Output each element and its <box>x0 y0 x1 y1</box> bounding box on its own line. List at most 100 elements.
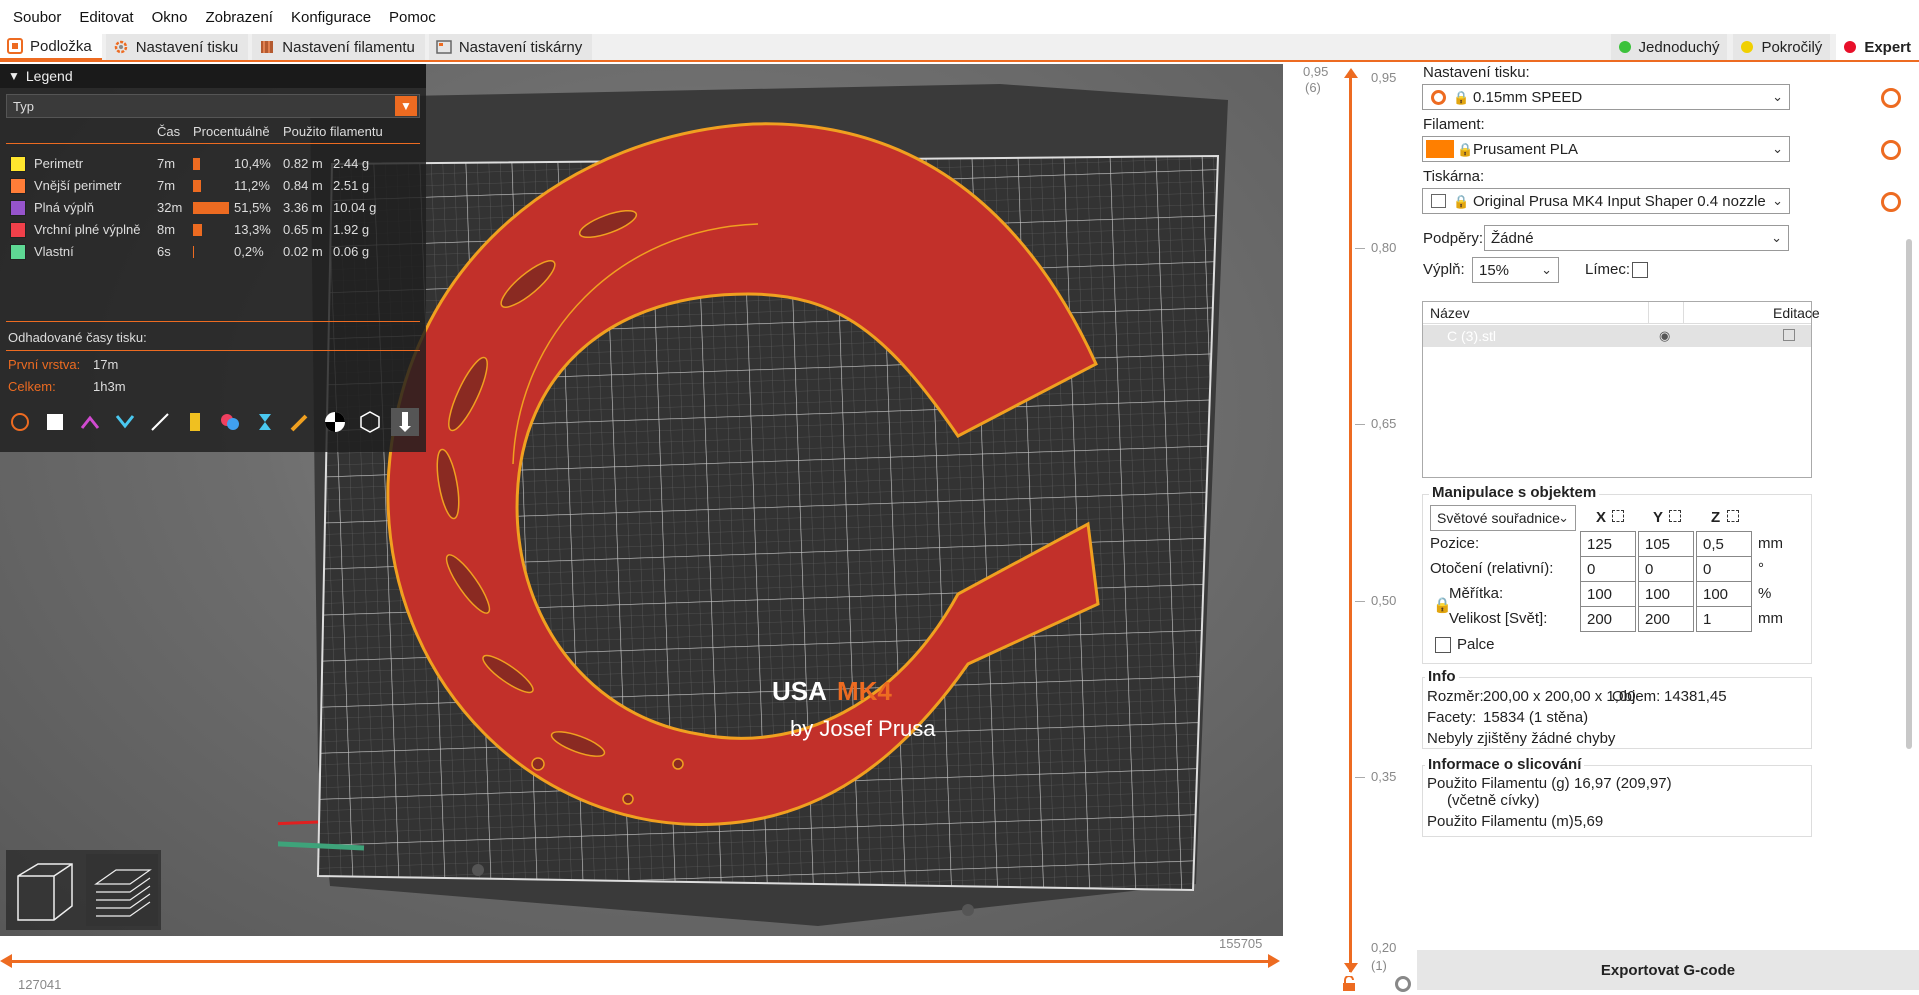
size-x-input[interactable]: 200 <box>1580 606 1636 632</box>
legend-header[interactable]: ▼ Legend <box>0 64 426 88</box>
rotation-z-input[interactable]: 0 <box>1696 556 1752 582</box>
brim-checkbox[interactable] <box>1632 262 1648 278</box>
supports-combo[interactable]: Žádné ⌄ <box>1484 225 1789 251</box>
wipe-icon[interactable] <box>41 408 69 436</box>
supports-value: Žádné <box>1491 229 1534 247</box>
inches-checkbox[interactable] <box>1435 637 1451 653</box>
legend-row-time: 32m <box>157 200 183 215</box>
tool-marker-icon[interactable] <box>391 408 419 436</box>
position-z-input[interactable]: 0,5 <box>1696 531 1752 557</box>
printer-gear-icon[interactable] <box>1881 192 1901 212</box>
total-time-label: Celkem: <box>8 379 56 394</box>
menu-view[interactable]: Zobrazení <box>196 9 282 26</box>
errors-text: Nebyly zjištěny žádné chyby <box>1427 730 1616 747</box>
printer-icon <box>1431 194 1446 208</box>
tab-print-settings[interactable]: Nastavení tisku <box>105 34 249 60</box>
horizontal-slider[interactable]: 155705 127041 <box>0 936 1283 993</box>
tab-printer-settings[interactable]: Nastavení tiskárny <box>428 34 593 60</box>
tab-filament-settings-label: Nastavení filamentu <box>282 38 415 56</box>
rotation-x-input[interactable]: 0 <box>1580 556 1636 582</box>
legend-view-type-select[interactable]: Typ ▼ <box>6 94 420 118</box>
sidebar-scrollbar[interactable] <box>1906 239 1912 749</box>
color-change-icon[interactable] <box>216 408 244 436</box>
layers-view-icon[interactable] <box>86 854 158 926</box>
export-gcode-button[interactable]: Exportovat G-code <box>1417 950 1919 990</box>
shells-icon[interactable] <box>356 408 384 436</box>
hslider-left-thumb[interactable] <box>0 954 12 968</box>
size-z-input[interactable]: 1 <box>1696 606 1752 632</box>
scale-label: Měřítka: <box>1449 585 1504 602</box>
position-label: Pozice: <box>1430 535 1480 552</box>
deretraction-icon[interactable] <box>111 408 139 436</box>
legend-row[interactable]: Vlastní 6s 0,2% 0.02 m 0.06 g <box>8 242 418 262</box>
legend-row-bar <box>193 180 201 192</box>
tool-change-icon[interactable] <box>181 408 209 436</box>
filament-combo[interactable]: 🔒 Prusament PLA ⌄ <box>1422 136 1790 162</box>
tab-plater[interactable]: Podložka <box>0 34 102 60</box>
edit-object-icon[interactable] <box>1783 329 1795 341</box>
menu-file[interactable]: Soubor <box>4 9 70 26</box>
pause-icon[interactable] <box>251 408 279 436</box>
size-y-input[interactable]: 200 <box>1638 606 1694 632</box>
object-list-row[interactable]: C (3).stl ◉ <box>1423 325 1811 347</box>
3d-preview-viewport[interactable]: USA MK4 by Josef Prusa ▼ Legend Typ ▼ Čas … <box>0 64 1283 936</box>
drop-to-bed-z-icon[interactable] <box>1727 510 1739 522</box>
menu-help[interactable]: Pomoc <box>380 9 445 26</box>
vertical-layer-slider[interactable]: 0,95 (6) 0,95 0,80 0,65 0,50 0,35 0,20 (1) <box>1283 64 1417 993</box>
scale-x-input[interactable]: 100 <box>1580 581 1636 607</box>
center-of-gravity-icon[interactable] <box>321 408 349 436</box>
printer-combo[interactable]: 🔒 Original Prusa MK4 Input Shaper 0.4 no… <box>1422 188 1790 214</box>
legend-row-bar <box>193 224 203 236</box>
axis-y-label: Y <box>1653 509 1664 526</box>
infill-combo[interactable]: 15% ⌄ <box>1472 257 1559 283</box>
mode-advanced-button[interactable]: Pokročilý <box>1733 34 1831 60</box>
filament-g-label: Použito Filamentu (g) <box>1427 775 1570 792</box>
size-label: Velikost [Svět]: <box>1449 610 1548 627</box>
legend-view-type-value: Typ <box>13 98 34 114</box>
drop-to-bed-x-icon[interactable] <box>1612 510 1624 522</box>
legend-row-name: Vrchní plné výplně <box>34 222 141 237</box>
rotation-y-input[interactable]: 0 <box>1638 556 1694 582</box>
mode-expert-button[interactable]: Expert <box>1836 34 1919 60</box>
facets-value: 15834 (1 stěna) <box>1483 709 1589 726</box>
seam-icon[interactable] <box>146 408 174 436</box>
legend-row[interactable]: Vnější perimetr 7m 11,2% 0.84 m 2.51 g <box>8 176 418 196</box>
tab-filament-settings[interactable]: Nastavení filamentu <box>252 34 425 60</box>
menu-configuration[interactable]: Konfigurace <box>282 9 380 26</box>
filament-g-value: 16,97 (209,97) <box>1574 775 1672 792</box>
cog-icon[interactable] <box>1395 976 1411 992</box>
position-x-input[interactable]: 125 <box>1580 531 1636 557</box>
custom-gcode-icon[interactable] <box>286 408 314 436</box>
vslider-bottom-thumb[interactable] <box>1344 963 1358 973</box>
legend-est-label: Odhadované časy tisku: <box>8 330 147 345</box>
legend-row[interactable]: Vrchní plné výplně 8m 13,3% 0.65 m 1.92 g <box>8 220 418 240</box>
filament-color-swatch[interactable] <box>1426 140 1454 158</box>
menu-bar: Soubor Editovat Okno Zobrazení Konfigura… <box>0 0 1919 34</box>
legend-row[interactable]: Plná výplň 32m 51,5% 3.36 m 10.04 g <box>8 198 418 218</box>
legend-panel: ▼ Legend Typ ▼ Čas Procentuálně Použito fi… <box>0 64 426 394</box>
menu-edit[interactable]: Editovat <box>70 9 142 26</box>
legend-color-swatch <box>10 200 26 216</box>
unlock-icon[interactable] <box>1341 975 1357 992</box>
drop-to-bed-y-icon[interactable] <box>1669 510 1681 522</box>
mode-simple-button[interactable]: Jednoduchý <box>1610 34 1728 60</box>
position-y-input[interactable]: 105 <box>1638 531 1694 557</box>
scale-y-input[interactable]: 100 <box>1638 581 1694 607</box>
object-list-col-edit: Editace <box>1773 305 1820 321</box>
legend-row-meters: 0.82 m <box>283 156 323 171</box>
vslider-top-thumb[interactable] <box>1344 68 1358 78</box>
menu-window[interactable]: Okno <box>143 9 197 26</box>
hslider-right-thumb[interactable] <box>1268 954 1280 968</box>
retraction-icon[interactable] <box>76 408 104 436</box>
legend-row[interactable]: Perimetr 7m 10,4% 0.82 m 2.44 g <box>8 154 418 174</box>
filament-gear-icon[interactable] <box>1881 140 1901 160</box>
eye-icon[interactable]: ◉ <box>1659 328 1670 344</box>
3d-view-icon[interactable] <box>10 854 82 926</box>
travel-icon[interactable] <box>6 408 34 436</box>
scale-z-input[interactable]: 100 <box>1696 581 1752 607</box>
coordinates-combo[interactable]: Světové souřadnice ⌄ <box>1430 505 1576 531</box>
size-info-label: Rozměr: <box>1427 688 1484 705</box>
print-settings-combo[interactable]: 🔒 0.15mm SPEED ⌄ <box>1422 84 1790 110</box>
legend-color-swatch <box>10 222 26 238</box>
print-settings-gear-icon[interactable] <box>1881 88 1901 108</box>
